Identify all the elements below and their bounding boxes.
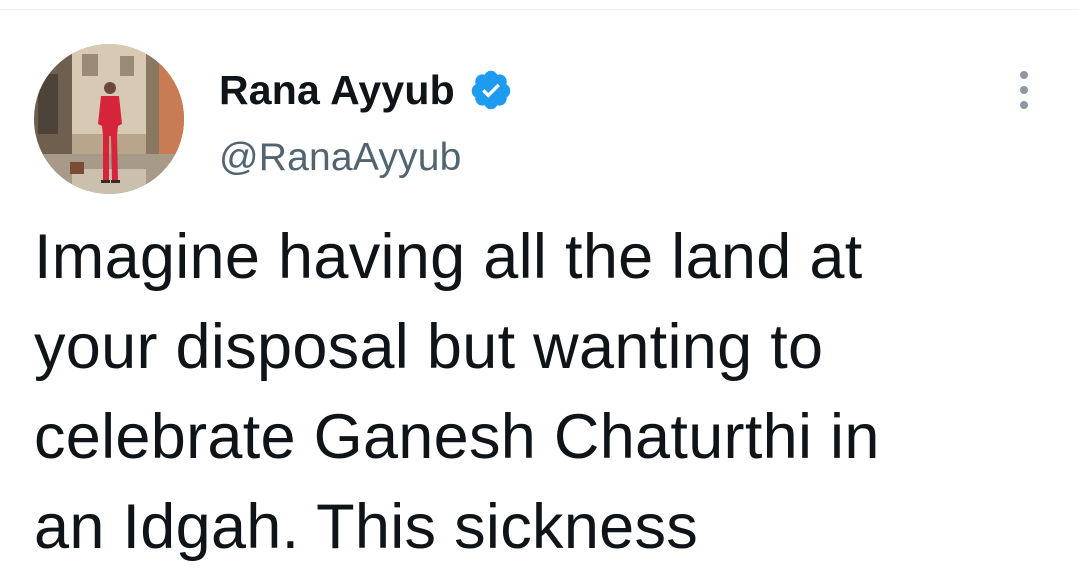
more-options-icon[interactable]: [1004, 68, 1044, 112]
verified-badge-icon: [469, 68, 513, 112]
more-dot: [1020, 71, 1028, 79]
display-name[interactable]: Rana Ayyub: [219, 66, 455, 114]
more-dot: [1020, 86, 1028, 94]
author-handle[interactable]: @RanaAyyub: [219, 134, 462, 182]
more-dot: [1020, 101, 1028, 109]
avatar-photo: [34, 44, 184, 194]
author-name-row: Rana Ayyub: [219, 66, 513, 114]
tweet-text: Imagine having all the land at your disp…: [34, 222, 880, 562]
tweet-card: Rana Ayyub @RanaAyyub Imagine having all…: [0, 0, 1079, 576]
author-avatar[interactable]: [34, 44, 184, 194]
